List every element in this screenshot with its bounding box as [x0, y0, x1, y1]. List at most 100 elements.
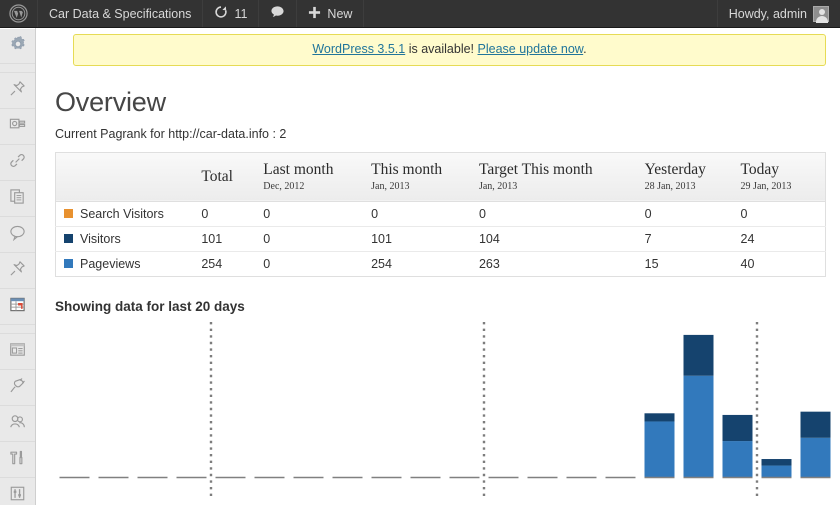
notice-end-text: .	[583, 42, 587, 56]
sidebar-item-tools[interactable]	[0, 442, 35, 478]
th-label	[55, 152, 202, 202]
cell-total: 101	[201, 226, 264, 252]
cell-target: 263	[478, 256, 500, 271]
sidebar-item-comments[interactable]	[0, 217, 35, 253]
stats-table-body: Search Visitors 0 0 0 0 0 0 Visitors 101…	[55, 201, 826, 276]
sidebar-item-dashboard[interactable]	[0, 28, 35, 64]
updates-count: 11	[234, 6, 248, 21]
wordpress-logo-icon[interactable]	[0, 0, 38, 27]
sidebar-item-media[interactable]	[0, 109, 35, 145]
sidebar-divider	[0, 64, 35, 73]
admin-bar: Car Data & Specifications 11 New Howdy, …	[0, 0, 840, 28]
sidebar-item-plugins[interactable]	[0, 370, 35, 406]
main-content: WordPress 3.5.1 is available! Please upd…	[36, 28, 840, 505]
pin-icon	[9, 260, 26, 282]
th-target-sub: Jan, 2013	[478, 180, 518, 192]
settings-sliders-icon	[9, 485, 26, 505]
cell-label: Pageviews	[56, 251, 202, 276]
cell-this-month: 254	[371, 256, 392, 271]
th-yesterday: Yesterday 28 Jan, 2013	[644, 152, 741, 202]
cell-yesterday: 15	[644, 256, 659, 271]
page-title: Overview	[55, 86, 166, 117]
cell-total: 254	[201, 256, 223, 271]
admin-bar-spacer	[364, 0, 716, 27]
comment-bubble-icon	[9, 224, 26, 246]
table-row: Search Visitors 0 0 0 0 0 0	[55, 201, 826, 227]
new-content-menu[interactable]: New	[297, 0, 365, 27]
comment-bubble-icon	[270, 5, 285, 22]
row-label: Visitors	[80, 231, 121, 246]
th-last-month: Last month Dec, 2012	[263, 152, 372, 202]
sidebar-divider	[0, 325, 35, 334]
sidebar-item-appearance[interactable]	[0, 334, 35, 370]
stats-table: Total Last month Dec, 2012 This month Ja…	[55, 151, 826, 277]
th-total: Total	[201, 152, 264, 202]
notice-middle-text: is available!	[405, 42, 478, 56]
plug-icon	[9, 377, 26, 399]
updates-menu[interactable]: 11	[203, 0, 260, 27]
update-notice: WordPress 3.5.1 is available! Please upd…	[73, 34, 826, 66]
th-target-this-month: Target This month Jan, 2013	[478, 152, 645, 202]
site-name-menu[interactable]: Car Data & Specifications	[38, 0, 204, 27]
cell-total: 0	[201, 201, 264, 227]
th-yesterday-sub: 28 Jan, 2013	[644, 180, 696, 192]
th-total-main: Total	[201, 167, 233, 185]
th-target-main: Target This month	[478, 161, 593, 179]
media-camera-icon	[9, 116, 26, 138]
th-today: Today 29 Jan, 2013	[740, 152, 826, 202]
cell-target: 0	[478, 201, 645, 227]
howdy-label: Howdy, admin	[728, 6, 807, 21]
plus-icon	[308, 6, 321, 22]
th-this-month-main: This month	[371, 161, 443, 179]
cell-last-month: 0	[263, 226, 372, 252]
legend-swatch	[64, 234, 73, 243]
stats-table-wrapper: Total Last month Dec, 2012 This month Ja…	[55, 151, 826, 277]
cell-yesterday: 0	[644, 201, 741, 227]
admin-sidebar	[0, 28, 36, 505]
please-update-now-link[interactable]: Please update now	[478, 42, 584, 56]
th-yesterday-main: Yesterday	[644, 161, 706, 179]
sidebar-item-plugin-stats[interactable]	[0, 289, 35, 325]
avatar	[813, 5, 829, 23]
cell-last-month: 0	[263, 201, 372, 227]
appearance-layout-icon	[9, 341, 26, 363]
cell-today: 24	[740, 226, 826, 252]
sidebar-item-custom-posts[interactable]	[0, 253, 35, 289]
table-header-row: Total Last month Dec, 2012 This month Ja…	[55, 152, 826, 202]
pagerank-text: Current Pagrank for http://car-data.info…	[55, 126, 287, 141]
cell-today: 0	[740, 201, 826, 227]
row-label: Pageviews	[80, 256, 141, 271]
table-row: Visitors 101 0 101 104 7 24	[55, 226, 826, 252]
screen: Car Data & Specifications 11 New Howdy, …	[0, 0, 840, 505]
site-title: Car Data & Specifications	[49, 6, 192, 21]
th-last-month-sub: Dec, 2012	[263, 180, 305, 192]
wordpress-version-link[interactable]: WordPress 3.5.1	[312, 42, 405, 56]
sidebar-item-settings[interactable]	[0, 478, 35, 505]
sidebar-item-pages[interactable]	[0, 181, 35, 217]
cell-label: Visitors	[55, 226, 202, 252]
my-account-menu[interactable]: Howdy, admin	[716, 0, 840, 27]
bar-chart	[59, 321, 831, 497]
sidebar-item-users[interactable]	[0, 406, 35, 442]
new-label: New	[327, 6, 353, 21]
chart-title: Showing data for last 20 days	[55, 298, 245, 314]
pin-icon	[9, 80, 26, 102]
legend-swatch	[64, 209, 73, 218]
chart-area	[55, 321, 835, 497]
stats-table-head: Total Last month Dec, 2012 This month Ja…	[55, 152, 826, 202]
cell-yesterday: 7	[644, 226, 741, 252]
cell-target: 104	[478, 226, 645, 252]
sidebar-item-links[interactable]	[0, 145, 35, 181]
cell-today: 40	[740, 256, 755, 271]
users-icon	[9, 413, 26, 435]
admin-bar-right: Howdy, admin	[716, 0, 840, 27]
pages-icon	[9, 188, 26, 210]
th-today-main: Today	[740, 161, 780, 179]
comments-menu[interactable]	[259, 0, 298, 27]
table-row: Pageviews 254 0 254 263 15 40	[56, 251, 826, 276]
th-this-month-sub: Jan, 2013	[371, 180, 410, 192]
sidebar-item-posts[interactable]	[0, 73, 35, 109]
updates-icon	[214, 5, 228, 22]
chain-link-icon	[9, 152, 26, 174]
th-today-sub: 29 Jan, 2013	[740, 180, 792, 192]
